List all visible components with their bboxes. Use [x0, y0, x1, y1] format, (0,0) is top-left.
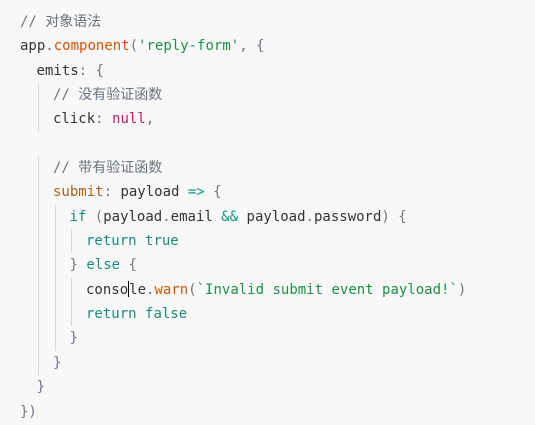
code-token-fn: component — [53, 38, 130, 55]
code-token-keyword: if — [69, 208, 87, 225]
code-token-punct: : — [95, 111, 113, 128]
code-token-comment: // 对象语法 — [20, 14, 102, 30]
indent-guide — [38, 156, 39, 181]
indent-guide — [54, 204, 56, 230]
indent-guide — [54, 253, 56, 278]
code-token-punct: , { — [239, 38, 265, 55]
indent-guide — [54, 326, 56, 351]
indent-guide — [38, 277, 39, 303]
code-token-punct: }) — [20, 403, 37, 420]
code-token-comment: // 没有验证函数 — [53, 87, 163, 104]
code-token-keyword: true — [145, 233, 179, 250]
code-token-punct: ( — [188, 281, 197, 298]
code-token-punct: } — [69, 257, 87, 274]
code-token-punct: . — [45, 38, 54, 55]
code-token-prop: click — [53, 111, 96, 128]
code-token-plain: email — [170, 208, 222, 225]
code-token-keyword: else — [86, 257, 121, 274]
code-line: } — [20, 326, 535, 351]
code-token-string: `Invalid submit event payload!` — [196, 281, 458, 298]
code-line: submit: payload => { — [20, 180, 535, 205]
code-line: app.component('reply-form', { — [20, 34, 535, 58]
code-token-plain: conso — [86, 281, 129, 298]
code-token-plain: payload — [103, 208, 163, 225]
indent-guide — [38, 302, 39, 327]
code-token-keyword: false — [145, 306, 188, 323]
indent-guide — [54, 277, 56, 303]
code-line: console.warn(`Invalid submit event paylo… — [20, 277, 535, 303]
indent-guide — [71, 229, 72, 254]
code-token-punct: } — [53, 354, 62, 371]
code-line: emits: { — [20, 59, 535, 83]
code-line: }) — [20, 400, 535, 424]
code-token-punct: . — [162, 208, 171, 225]
code-token-literal: null — [112, 111, 146, 128]
code-line: return false — [20, 302, 535, 327]
code-line: if (payload.email && payload.password) { — [20, 204, 535, 230]
code-line: // 带有验证函数 — [20, 156, 535, 181]
indent-guide — [71, 302, 72, 327]
indent-guide — [38, 180, 39, 205]
code-token-punct: . — [305, 208, 314, 225]
indent-guide — [38, 107, 39, 132]
indent-guide — [38, 350, 39, 376]
indent-guide — [71, 277, 72, 303]
indent-guide — [38, 83, 39, 108]
indent-guide — [38, 204, 39, 230]
indent-guide — [54, 229, 56, 254]
code-token-key: submit — [53, 184, 104, 201]
indent-guide — [38, 229, 39, 254]
code-token-punct: { — [204, 184, 222, 201]
code-line: click: null, — [20, 107, 535, 132]
indent-guide — [38, 253, 39, 278]
code-line: // 对象语法 — [20, 10, 535, 34]
code-token-operator: && — [221, 208, 239, 225]
code-token-plain: payload — [238, 208, 306, 225]
code-token-plain: payload — [120, 184, 188, 201]
code-editor[interactable]: // 对象语法 app.component('reply-form', {emit… — [0, 0, 535, 425]
code-token-punct: { — [120, 257, 137, 274]
code-token-punct: ) { — [381, 208, 407, 225]
code-line: } — [20, 350, 535, 376]
code-token-string: 'reply-form' — [138, 38, 240, 55]
code-token-comment: // 带有验证函数 — [53, 160, 163, 177]
code-token-punct: ) — [457, 281, 467, 298]
code-line: } — [20, 375, 535, 399]
code-token-punct: : — [103, 184, 121, 201]
code-token-operator: => — [187, 184, 205, 201]
code-token-punct: } — [36, 379, 45, 396]
code-token-plain: app — [20, 38, 46, 55]
code-line: // 没有验证函数 — [20, 83, 535, 108]
code-token-punct: ( — [129, 38, 139, 55]
code-token-punct: , — [145, 111, 155, 128]
code-token-prop: emits — [36, 62, 79, 79]
code-token-plain: password — [313, 208, 382, 225]
code-line: } else { — [20, 253, 535, 278]
code-token-plain: le — [129, 281, 147, 298]
code-token-punct: ( — [86, 208, 104, 225]
code-lines: // 对象语法 app.component('reply-form', {emit… — [20, 10, 535, 424]
indent-guide — [54, 302, 56, 327]
indent-guide — [38, 326, 39, 351]
code-token-keyword: return — [86, 306, 137, 323]
code-line: return true — [20, 229, 535, 254]
code-token-keyword: return — [86, 233, 137, 250]
code-token-fn: warn — [154, 281, 189, 298]
code-token-punct: : { — [78, 62, 104, 79]
code-token-punct: } — [69, 330, 78, 347]
